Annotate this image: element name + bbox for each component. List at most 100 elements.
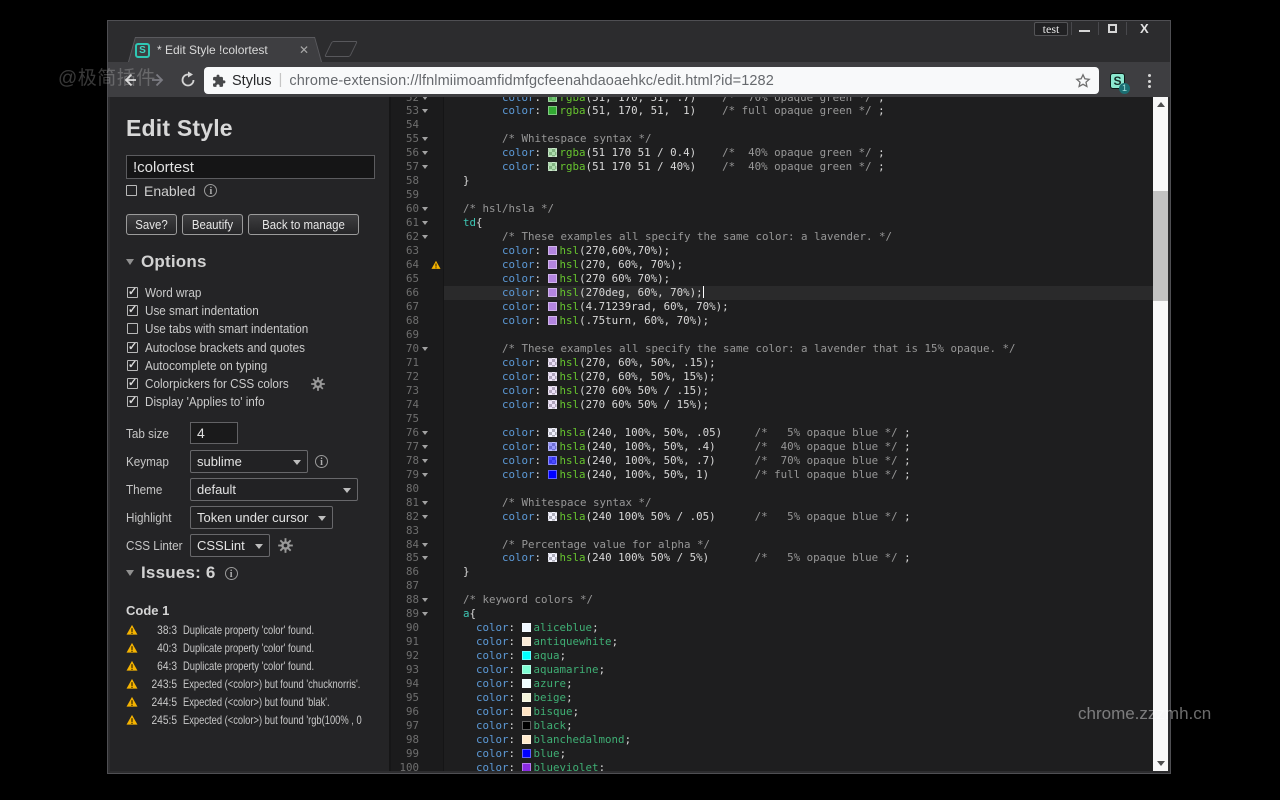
color-swatch[interactable] xyxy=(547,469,557,479)
fold-arrow-icon[interactable] xyxy=(419,104,431,118)
editor-scrollbar[interactable] xyxy=(1153,97,1168,771)
color-swatch[interactable] xyxy=(547,302,557,312)
reload-icon[interactable] xyxy=(179,71,197,89)
fold-arrow-icon[interactable] xyxy=(419,132,431,146)
fold-arrow-icon[interactable] xyxy=(419,510,431,524)
color-swatch[interactable] xyxy=(547,399,557,409)
option-row: Autocomplete on typing xyxy=(127,356,375,374)
issue-row[interactable]: 40:3 Duplicate property 'color' found. xyxy=(126,639,375,657)
color-swatch[interactable] xyxy=(547,148,557,158)
color-swatch[interactable] xyxy=(521,651,531,661)
issue-row[interactable]: 64:3 Duplicate property 'color' found. xyxy=(126,657,375,675)
browser-menu-icon[interactable] xyxy=(1147,74,1151,88)
color-swatch[interactable] xyxy=(547,553,557,563)
issue-row[interactable]: 243:5 Expected (<color>) but found 'chuck… xyxy=(126,675,375,693)
color-swatch[interactable] xyxy=(547,455,557,465)
beautify-button[interactable]: Beautify xyxy=(182,214,243,235)
css-linter-select[interactable]: CSSLint xyxy=(190,533,270,557)
scrollbar-thumb[interactable] xyxy=(1153,191,1168,301)
back-to-manage-button[interactable]: Back to manage xyxy=(248,214,359,235)
color-swatch[interactable] xyxy=(547,97,557,102)
fold-arrow-icon[interactable] xyxy=(419,496,431,510)
save-button[interactable]: Save? xyxy=(126,214,177,235)
active-tab[interactable]: S * Edit Style !colortest ✕ xyxy=(128,37,322,62)
option-checkbox[interactable] xyxy=(127,285,138,298)
fold-arrow-icon[interactable] xyxy=(419,146,431,160)
color-swatch[interactable] xyxy=(521,749,531,759)
code-line: 76 color: hsla(240, 100%, 50%, .05) /* 5… xyxy=(391,425,1168,440)
color-swatch[interactable] xyxy=(547,385,557,395)
issues-collapse-icon[interactable] xyxy=(126,570,134,577)
minimize-button[interactable] xyxy=(1071,21,1098,36)
color-swatch[interactable] xyxy=(547,427,557,437)
maximize-button[interactable] xyxy=(1099,21,1126,36)
highlight-select[interactable]: Token under cursor xyxy=(190,505,333,529)
keymap-select[interactable]: sublime xyxy=(190,449,308,473)
url-bar[interactable]: Stylus | chrome-extension://lfnlmiimoamf… xyxy=(204,67,1099,94)
fold-arrow-icon[interactable] xyxy=(419,426,431,440)
code-editor[interactable]: 52 color: rgba(51, 170, 51, .7) /* 70% o… xyxy=(389,97,1168,771)
color-swatch[interactable] xyxy=(547,260,557,270)
profile-chip[interactable]: test xyxy=(1034,22,1068,36)
color-swatch[interactable] xyxy=(547,441,557,451)
option-checkbox[interactable] xyxy=(127,376,138,390)
theme-select[interactable]: default xyxy=(190,477,358,501)
line-number: 90 xyxy=(405,621,419,635)
new-tab-button[interactable] xyxy=(324,41,358,57)
color-swatch[interactable] xyxy=(521,623,531,633)
scroll-down-icon[interactable] xyxy=(1153,756,1168,771)
fold-arrow-icon[interactable] xyxy=(419,454,431,468)
fold-arrow-icon[interactable] xyxy=(419,593,431,607)
fold-arrow-icon[interactable] xyxy=(419,202,431,216)
close-window-button[interactable]: X xyxy=(1127,21,1171,36)
color-swatch[interactable] xyxy=(547,511,557,521)
option-checkbox[interactable] xyxy=(127,340,138,353)
tab-size-input[interactable] xyxy=(190,422,238,445)
maximize-icon xyxy=(1108,24,1117,33)
color-swatch[interactable] xyxy=(547,288,557,298)
color-swatch[interactable] xyxy=(521,679,531,689)
color-swatch[interactable] xyxy=(521,637,531,647)
bookmark-star-icon[interactable] xyxy=(1075,72,1091,89)
gear-icon[interactable] xyxy=(310,376,325,391)
color-swatch[interactable] xyxy=(547,162,557,172)
option-checkbox[interactable] xyxy=(127,394,138,408)
fold-arrow-icon[interactable] xyxy=(419,342,431,356)
fold-arrow-icon[interactable] xyxy=(419,216,431,230)
color-swatch[interactable] xyxy=(547,246,557,256)
options-collapse-icon[interactable] xyxy=(126,259,134,265)
option-checkbox[interactable] xyxy=(127,323,138,335)
issue-row[interactable]: 244:5 Expected (<color>) but found 'blak'… xyxy=(126,693,375,711)
color-swatch[interactable] xyxy=(547,106,557,116)
issues-info-icon[interactable]: i xyxy=(224,566,238,580)
color-swatch[interactable] xyxy=(521,693,531,703)
color-swatch[interactable] xyxy=(547,274,557,284)
option-checkbox[interactable] xyxy=(127,303,138,316)
color-swatch[interactable] xyxy=(521,735,531,745)
enabled-info-icon[interactable]: i xyxy=(204,184,218,197)
fold-arrow-icon[interactable] xyxy=(419,440,431,454)
issue-row[interactable]: 245:5 Expected (<color>) but found 'rgb(1… xyxy=(126,711,375,729)
fold-arrow-icon[interactable] xyxy=(419,230,431,244)
color-swatch[interactable] xyxy=(547,357,557,367)
option-checkbox[interactable] xyxy=(127,358,138,371)
gear-icon[interactable] xyxy=(278,537,293,553)
fold-arrow-icon[interactable] xyxy=(419,538,431,552)
tab-close-icon[interactable]: ✕ xyxy=(299,44,309,56)
scroll-up-icon[interactable] xyxy=(1153,97,1168,112)
color-swatch[interactable] xyxy=(521,707,531,717)
fold-arrow-icon[interactable] xyxy=(419,468,431,482)
color-swatch[interactable] xyxy=(547,371,557,381)
color-swatch[interactable] xyxy=(521,721,531,731)
issue-row[interactable]: 38:3 Duplicate property 'color' found. xyxy=(126,621,375,639)
color-swatch[interactable] xyxy=(521,665,531,675)
enabled-checkbox[interactable] xyxy=(126,185,137,196)
fold-arrow-icon[interactable] xyxy=(419,551,431,565)
color-swatch[interactable] xyxy=(521,763,531,771)
field-info-icon[interactable]: i xyxy=(315,454,328,468)
color-swatch[interactable] xyxy=(547,316,557,325)
style-name-input[interactable] xyxy=(126,155,375,179)
fold-arrow-icon[interactable] xyxy=(419,607,431,621)
fold-arrow-icon[interactable] xyxy=(419,97,431,104)
fold-arrow-icon[interactable] xyxy=(419,160,431,174)
